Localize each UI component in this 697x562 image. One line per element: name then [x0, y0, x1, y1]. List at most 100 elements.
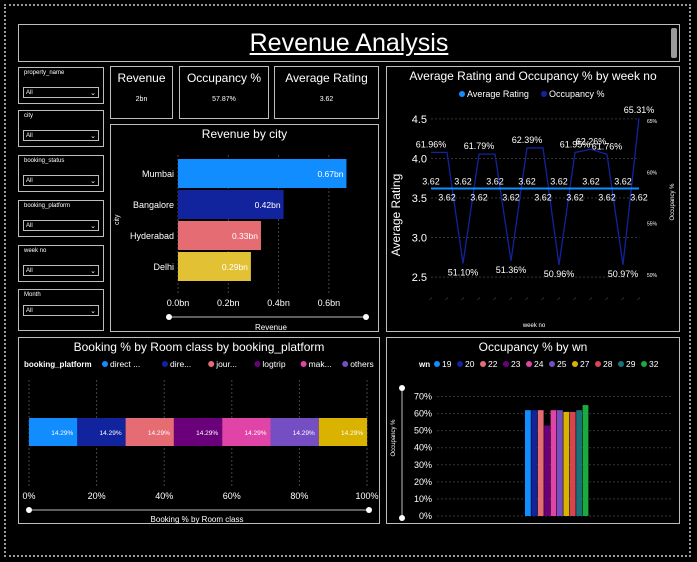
rating-data-label: 3.62 [470, 193, 488, 203]
slicer-value: All [26, 90, 33, 96]
slicer-property-name[interactable]: property_name All ⌄ [18, 67, 104, 104]
occupancy-wn-plot: wn Occupancy % 19 20 22 23 24 25 27 28 29 32 70% 60… [391, 359, 672, 521]
data-label: 0.42bn [255, 200, 281, 210]
slicer-dropdown[interactable]: All ⌄ [23, 175, 99, 186]
x-tick-label: 100% [355, 491, 378, 501]
y-axis-label: city [114, 214, 121, 225]
legend-label: 20 [465, 359, 475, 369]
legend-label: 23 [511, 359, 521, 369]
x-tick-label: … [507, 295, 513, 301]
rating-data-label: 3.62 [422, 177, 440, 187]
slicer-dropdown[interactable]: All ⌄ [23, 130, 99, 141]
slicer-value: All [26, 133, 33, 139]
x-tick-label: … [491, 295, 497, 301]
x-tick-label: … [523, 295, 529, 301]
x-tick-label: … [587, 295, 593, 301]
legend-label: 22 [488, 359, 498, 369]
category-label: Mumbai [142, 169, 174, 179]
legend-title: booking_platform [24, 360, 92, 369]
page-title: Revenue Analysis [249, 29, 449, 57]
x-scroll-handle-left[interactable] [26, 507, 32, 513]
bar-wn-23 [544, 425, 550, 516]
slicer-booking-status[interactable]: booking_status All ⌄ [18, 155, 104, 192]
revenue-by-city-plot: city Revenue 0.0bn 0.2bn 0.4bn 0.6bn Mumbai 0… [114, 155, 369, 332]
y2-tick-label: 65% [647, 119, 658, 125]
legend-title: wn [418, 360, 430, 369]
x-tick-label: … [443, 295, 449, 301]
y-tick-label: 3.0 [412, 233, 427, 245]
slicer-dropdown[interactable]: All ⌄ [23, 87, 99, 98]
bar-wn-25 [557, 410, 563, 516]
y-tick-label: 4.5 [412, 114, 427, 126]
x-tick-label: … [459, 295, 465, 301]
legend-label: 27 [580, 359, 590, 369]
slicer-dropdown[interactable]: All ⌄ [23, 305, 99, 316]
occupancy-data-label: 50.96% [544, 269, 575, 279]
x-tick-label: … [619, 295, 625, 301]
slicer-label: booking_platform [24, 203, 71, 209]
kpi-value: 2bn [135, 96, 148, 103]
right-axis-label: Occupancy % [670, 183, 676, 221]
y-scroll-handle-top[interactable] [399, 385, 405, 391]
slicer-week-no[interactable]: week no All ⌄ [18, 245, 104, 282]
slicer-value: All [26, 268, 33, 274]
category-label: Bangalore [133, 200, 174, 210]
chevron-down-icon[interactable]: ⌄ [90, 176, 96, 187]
chevron-down-icon[interactable]: ⌄ [90, 88, 96, 99]
legend-marker [162, 361, 168, 367]
data-label: 0.67bn [317, 169, 343, 179]
x-tick-label: … [539, 295, 545, 301]
slicer-city[interactable]: city All ⌄ [18, 110, 104, 147]
scrollbar-thumb[interactable] [671, 28, 677, 58]
bar-wn-22 [537, 410, 544, 516]
legend-label: 28 [603, 359, 613, 369]
category-label: Hyderabad [130, 231, 174, 241]
rating-data-label: 3.62 [630, 193, 648, 203]
category-label: Delhi [153, 262, 174, 272]
chevron-down-icon[interactable]: ⌄ [90, 306, 96, 317]
data-label: 14.29% [244, 430, 266, 437]
legend-label: jour... [215, 359, 237, 369]
legend-label: 24 [534, 359, 544, 369]
bar-wn-29 [576, 410, 582, 516]
legend-marker [549, 361, 555, 367]
y-tick-label: 20% [414, 477, 432, 487]
rating-data-label: 3.62 [502, 193, 520, 203]
data-label: 0.33bn [232, 231, 258, 241]
x-tick-label: … [635, 295, 641, 301]
chevron-down-icon[interactable]: ⌄ [90, 131, 96, 142]
x-scroll-handle-left[interactable] [166, 314, 172, 320]
y-tick-label: 50% [414, 426, 432, 436]
slicer-dropdown[interactable]: All ⌄ [23, 220, 99, 231]
y-tick-label: 4.0 [412, 153, 427, 165]
occupancy-data-label: 62.39% [512, 135, 543, 145]
slicer-label: week no [24, 248, 47, 254]
x-tick-label: 0.2bn [217, 298, 240, 308]
legend-label: direct ... [110, 359, 140, 369]
x-scroll-handle-right[interactable] [363, 314, 369, 320]
legend-marker [208, 361, 215, 367]
x-axis-label: Revenue [255, 323, 288, 332]
slicer-label: booking_status [24, 158, 65, 164]
slicer-booking-platform[interactable]: booking_platform All ⌄ [18, 200, 104, 237]
x-tick-label: 40% [155, 491, 173, 501]
slicer-value: All [26, 178, 33, 184]
y2-tick-label: 60% [647, 170, 658, 176]
kpi-value: 3.62 [319, 96, 334, 103]
y-tick-label: 40% [414, 443, 432, 453]
occupancy-data-label: 61.76% [592, 141, 623, 151]
legend-label: 32 [649, 359, 659, 369]
legend-label: logtrip [262, 359, 285, 369]
slicer-month[interactable]: Month All ⌄ [18, 289, 104, 331]
kpi-rating-card: Average Rating 3.62 [274, 66, 379, 119]
chevron-down-icon[interactable]: ⌄ [90, 221, 96, 232]
legend-marker-rating [459, 91, 465, 97]
kpi-label: Average Rating [285, 71, 368, 85]
legend-label: dire... [170, 359, 191, 369]
slicer-label: property_name [24, 70, 65, 76]
chevron-down-icon[interactable]: ⌄ [90, 266, 96, 277]
x-scroll-handle-right[interactable] [366, 507, 372, 513]
x-tick-label: … [427, 295, 433, 301]
slicer-dropdown[interactable]: All ⌄ [23, 265, 99, 276]
y-scroll-handle-bottom[interactable] [399, 515, 405, 521]
